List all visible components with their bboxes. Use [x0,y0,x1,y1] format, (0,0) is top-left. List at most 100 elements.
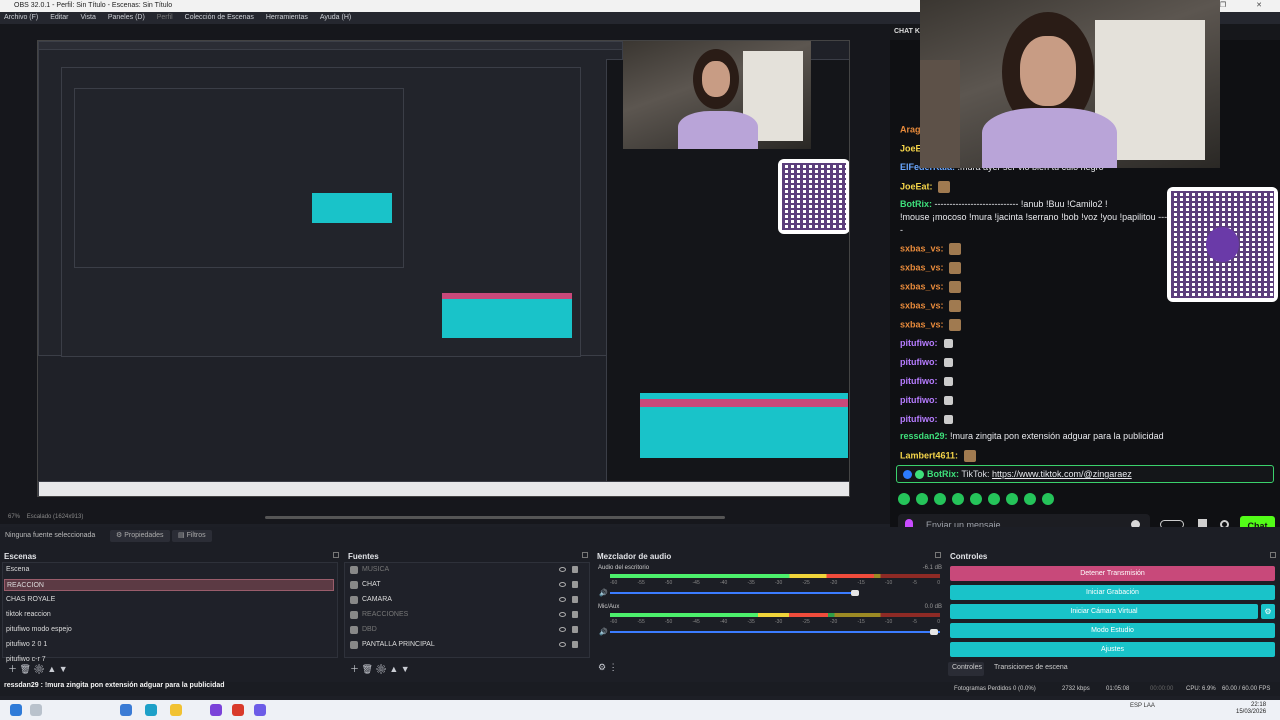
source-item[interactable]: CHAT [350,578,586,592]
emote-icon[interactable] [916,493,928,505]
chat-message: BotRix: ---------------------------- !an… [900,199,1107,209]
mixer-channel-2-slider[interactable] [610,631,940,633]
mixer-channel-2-knob[interactable] [930,629,938,635]
menu-help[interactable]: Ayuda (H) [320,14,351,21]
discord-icon[interactable] [254,704,266,716]
dock-undock-icon[interactable] [582,552,588,558]
visibility-eye-icon[interactable] [559,567,566,572]
preview-canvas[interactable] [37,40,850,497]
menu-edit[interactable]: Editar [50,14,68,21]
mixer-channel-1-knob[interactable] [851,590,859,596]
chat-pinned-message[interactable]: BotRix: TikTok: https://www.tiktok.com/@… [896,465,1274,483]
chat-username[interactable]: pitufiwo: [900,376,940,386]
chat-username[interactable]: Lambert4611: [900,450,961,460]
scene-item[interactable]: CHAS ROYALE [4,594,334,606]
visibility-eye-icon[interactable] [559,582,566,587]
menu-profile[interactable]: Perfil [157,14,173,21]
source-item[interactable]: MUSICA [350,563,586,577]
chat-username[interactable]: BotRix: [900,199,935,209]
lock-icon[interactable] [572,566,578,573]
studio-mode-button[interactable]: Modo Estudio [950,623,1275,638]
obs-icon[interactable] [210,704,222,716]
mixer-footer-icons[interactable]: ⚙ ⋮ [598,662,618,673]
source-item[interactable]: REACCIONES [350,608,586,622]
mixer-channel-1-slider[interactable] [610,592,855,594]
sources-footer-icons[interactable]: ＋ 🗑 ⚙ ▲ ▼ [350,662,410,675]
search-icon[interactable] [30,704,42,716]
emote-icon[interactable] [934,493,946,505]
settings-button[interactable]: Ajustes [950,642,1275,657]
chat-pinned-link[interactable]: https://www.tiktok.com/@zingaraez [992,469,1132,479]
dock-undock-icon[interactable] [935,552,941,558]
system-tray-language[interactable]: ESP LAA [1130,703,1155,709]
dock-undock-icon[interactable] [333,552,339,558]
windows-start-icon[interactable] [10,704,22,716]
scene-item[interactable]: tiktok reaccion [4,609,334,621]
lock-icon[interactable] [572,581,578,588]
clock[interactable]: 22:18 15/03/2026 [1236,702,1266,716]
menu-docks[interactable]: Paneles (D) [108,14,145,21]
app-icon[interactable] [120,704,132,716]
scene-item[interactable]: Escena [4,564,334,576]
source-item[interactable]: CAMARA [350,593,586,607]
rec-time: 00:00:00 [1150,686,1174,692]
lock-icon[interactable] [572,611,578,618]
emote-icon[interactable] [952,493,964,505]
chat-username[interactable]: ressdan29: [900,431,950,441]
source-item[interactable]: DBD [350,623,586,637]
speaker-icon[interactable]: 🔊 [599,589,608,597]
emote-icon[interactable] [1024,493,1036,505]
start-virtual-camera-button[interactable]: Iniciar Cámara Virtual [950,604,1258,619]
preview-scrollbar[interactable] [265,516,725,519]
chat-username[interactable]: sxbas_vs: [900,243,946,253]
chat-username[interactable]: JoeEat: [900,181,935,191]
menu-tools[interactable]: Herramientas [266,14,308,21]
speaker-icon[interactable]: 🔊 [599,628,608,636]
preview-scale: Escalado (1624x913) [26,514,84,520]
folder-icon[interactable] [170,704,182,716]
emote-icon[interactable] [988,493,1000,505]
tab-scene-transitions[interactable]: Transiciones de escena [994,664,1068,671]
chat-username[interactable]: pitufiwo: [900,414,940,424]
filters-button[interactable]: ▤ Filtros [172,530,212,542]
start-recording-button[interactable]: Iniciar Grabación [950,585,1275,600]
source-item[interactable]: PANTALLA PRINCIPAL [350,638,586,652]
chat-username[interactable]: sxbas_vs: [900,319,946,329]
emote-icon[interactable] [970,493,982,505]
visibility-eye-icon[interactable] [559,642,566,647]
chat-emote [944,396,953,406]
visibility-eye-icon[interactable] [559,612,566,617]
chat-emote [963,450,976,462]
emote-icon[interactable] [898,493,910,505]
scene-item[interactable]: pitufiwo modo espejo [4,624,334,636]
edge-icon[interactable] [145,704,157,716]
stop-streaming-button[interactable]: Detener Transmisión [950,566,1275,581]
properties-button[interactable]: ⚙ Propiedades [110,530,170,542]
tab-controls[interactable]: Controles [952,664,982,671]
visibility-eye-icon[interactable] [559,597,566,602]
virtual-camera-gear-icon[interactable]: ⚙ [1261,604,1275,619]
scene-item[interactable]: pitufiwo 2 0 1 [4,639,334,651]
emote-icon[interactable] [1042,493,1054,505]
scene-item[interactable]: REACCION [4,579,334,591]
menu-scene-collection[interactable]: Colección de Escenas [185,14,254,21]
chrome-icon[interactable] [232,704,244,716]
lock-icon[interactable] [572,641,578,648]
chat-username[interactable]: pitufiwo: [900,357,940,367]
visibility-eye-icon[interactable] [559,627,566,632]
lock-icon[interactable] [572,626,578,633]
chat-username[interactable]: sxbas_vs: [900,281,946,291]
dock-undock-icon[interactable] [1270,552,1276,558]
scenes-footer-icons[interactable]: ＋ 🗑 ⚙ ▲ ▼ [8,662,68,675]
lock-icon[interactable] [572,596,578,603]
mixer-tick-label: -15 [857,619,865,625]
chat-username[interactable]: sxbas_vs: [900,300,946,310]
chat-overlay-line: ressdan29 : !mura zingita pon extensión … [4,682,225,689]
chat-username[interactable]: pitufiwo: [900,338,940,348]
menu-view[interactable]: Vista [80,14,95,21]
recursive-obs-window-2 [61,67,581,357]
chat-username[interactable]: sxbas_vs: [900,262,946,272]
emote-icon[interactable] [1006,493,1018,505]
chat-username[interactable]: pitufiwo: [900,395,940,405]
menu-file[interactable]: Archivo (F) [4,14,38,21]
